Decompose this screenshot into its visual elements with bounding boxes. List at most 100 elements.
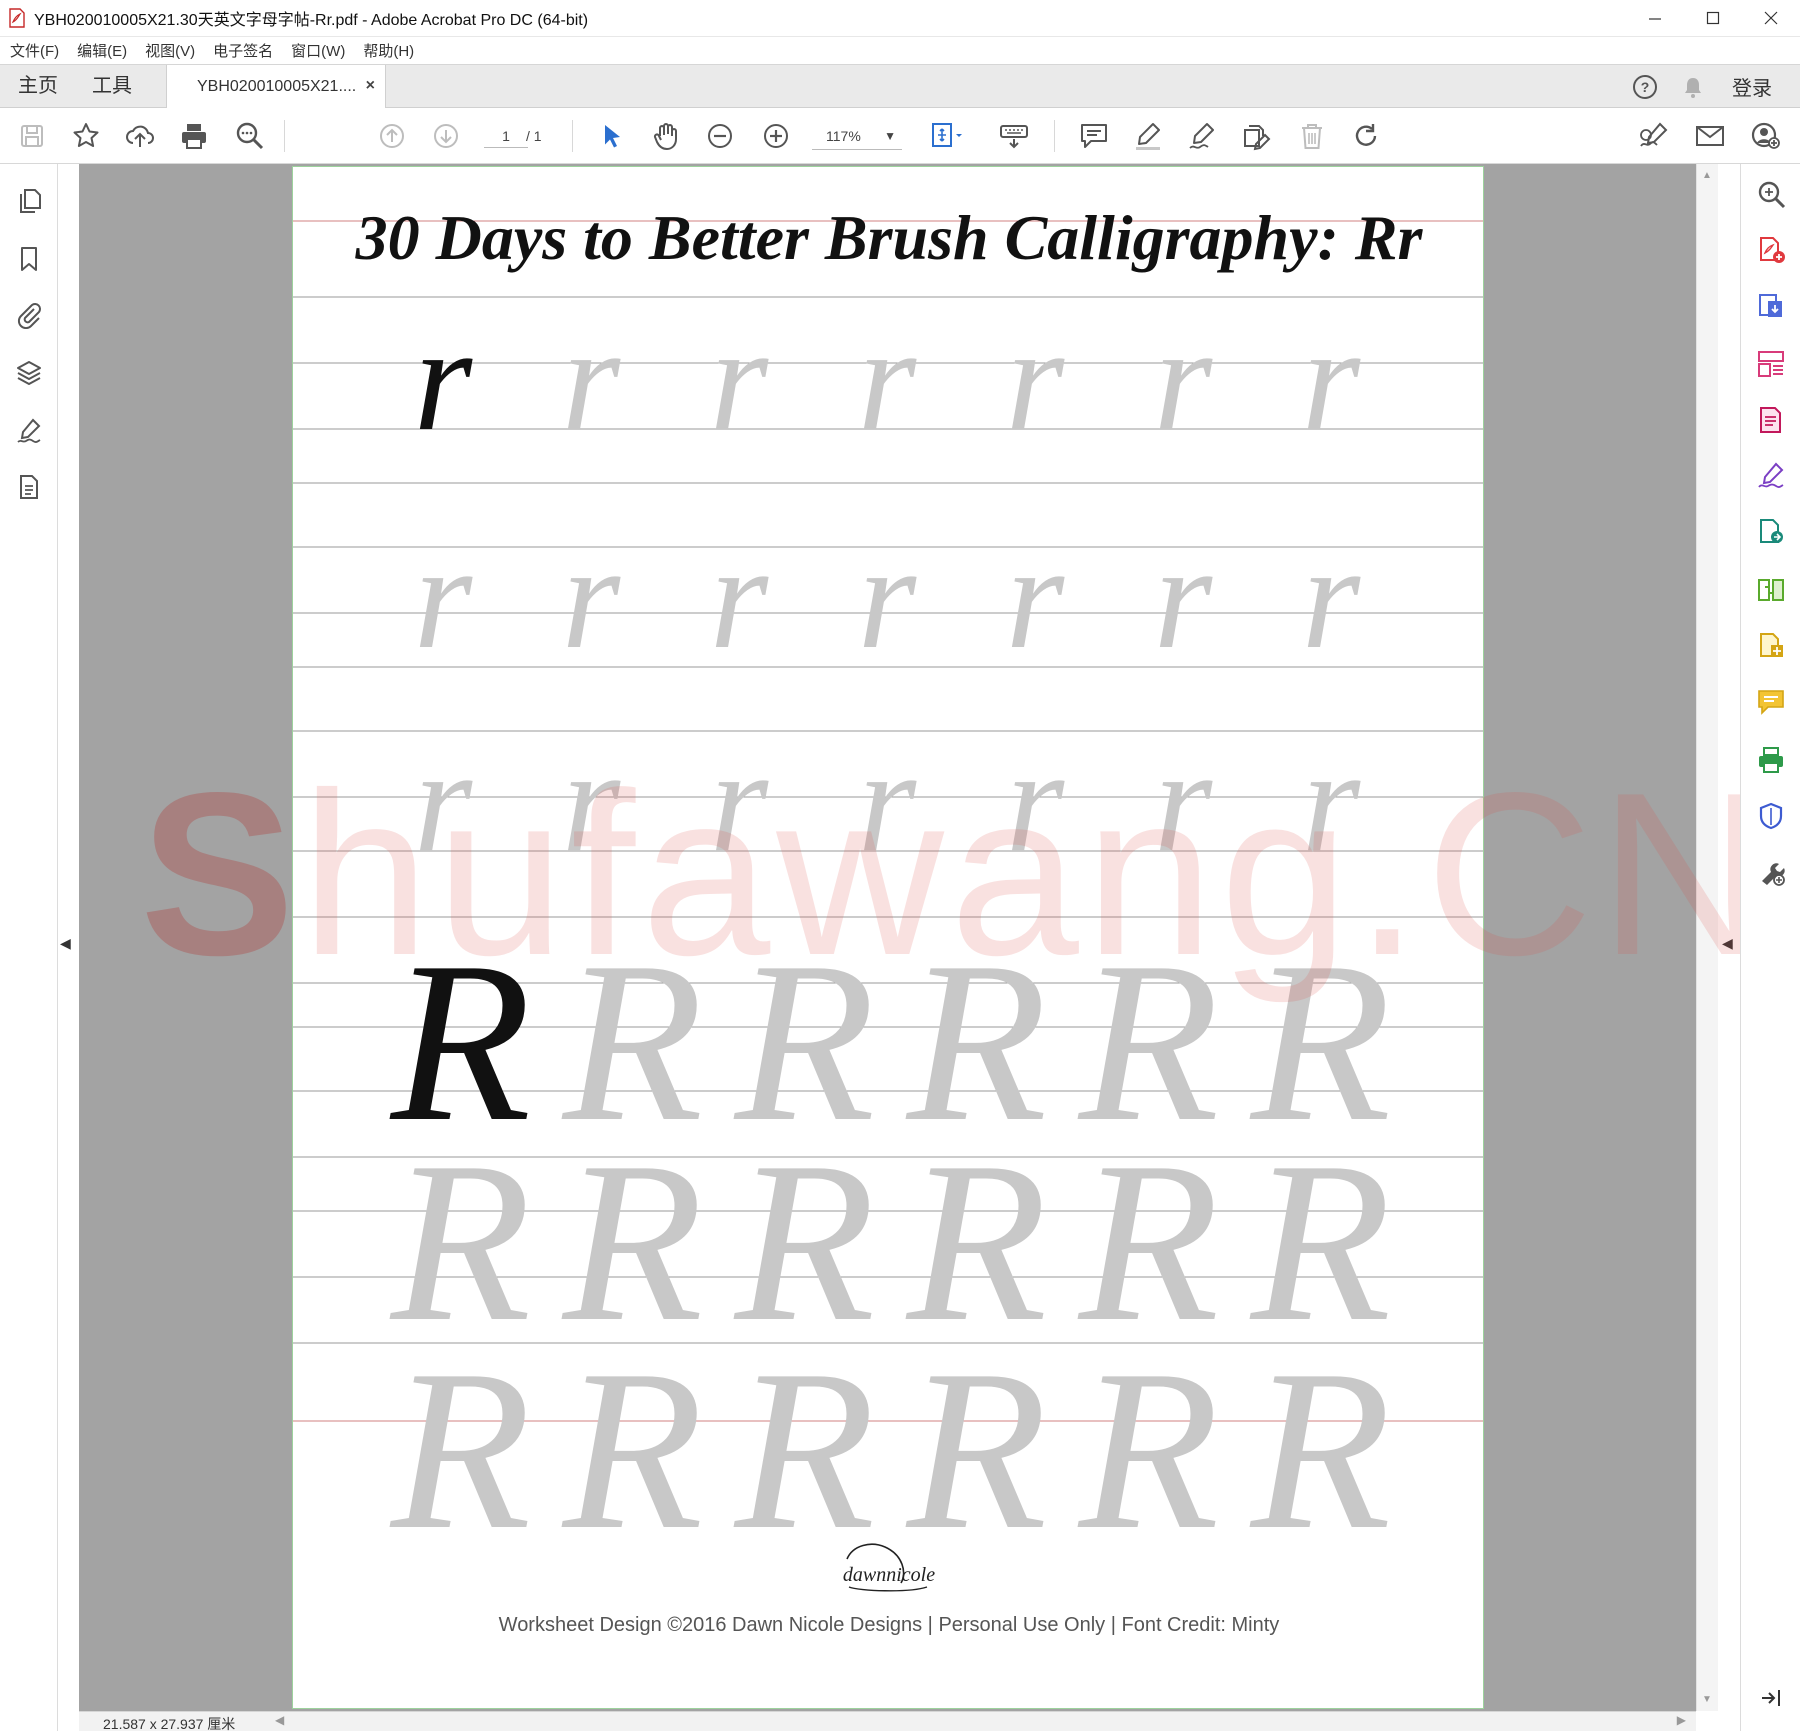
- scroll-right-arrow-icon[interactable]: ▶: [1677, 1713, 1686, 1727]
- bookmarks-button[interactable]: [14, 244, 44, 274]
- compare-files-button[interactable]: [1755, 574, 1787, 606]
- collapse-right-panel-button[interactable]: ◀: [1722, 935, 1733, 952]
- trace-letter-lowercase: r: [1006, 296, 1065, 462]
- trace-letter-uppercase: R: [1077, 1322, 1220, 1577]
- edit-pdf-icon: [1760, 407, 1781, 433]
- upload-cloud-button[interactable]: [124, 120, 156, 152]
- toolbar-divider: [1054, 120, 1055, 152]
- trace-letter-lowercase: r: [710, 296, 769, 462]
- acrobat-pdf-icon: [8, 8, 26, 28]
- fill-sign-button[interactable]: [1638, 120, 1670, 152]
- scroll-up-arrow-icon[interactable]: ▲: [1702, 170, 1712, 181]
- close-tab-button[interactable]: ×: [366, 77, 375, 95]
- protect-button[interactable]: [1755, 800, 1787, 832]
- zoom-out-button[interactable]: [704, 120, 736, 152]
- search-icon: [236, 122, 264, 150]
- trace-letter-lowercase: r: [1154, 514, 1213, 680]
- save-button[interactable]: [16, 120, 48, 152]
- minimize-button[interactable]: [1626, 0, 1684, 37]
- trace-letter-lowercase: r: [858, 514, 917, 680]
- menu-esign[interactable]: 电子签名: [213, 40, 273, 61]
- menu-help[interactable]: 帮助(H): [363, 40, 414, 61]
- select-tool-button[interactable]: [596, 120, 628, 152]
- zoom-level-select[interactable]: 117% ▼: [812, 122, 902, 150]
- comment-button[interactable]: [1078, 120, 1110, 152]
- zoom-in-button[interactable]: [760, 120, 792, 152]
- delete-button[interactable]: [1296, 120, 1328, 152]
- print-production-button[interactable]: [1755, 744, 1787, 776]
- signatures-button[interactable]: [14, 416, 44, 446]
- trace-letter-lowercase: r: [1154, 296, 1213, 462]
- scroll-left-arrow-icon[interactable]: ◀: [275, 1713, 284, 1727]
- export-pdf-button[interactable]: [1755, 290, 1787, 322]
- minus-circle-icon: [708, 124, 732, 148]
- combine-files-button[interactable]: [1755, 630, 1787, 662]
- send-for-signature-button[interactable]: [1755, 516, 1787, 548]
- trace-letter-lowercase: r: [1006, 718, 1065, 884]
- find-button[interactable]: [234, 120, 266, 152]
- close-icon: [1764, 11, 1778, 25]
- previous-page-button[interactable]: [376, 120, 408, 152]
- tab-document[interactable]: YBH020010005X21.... ×: [166, 65, 386, 109]
- layers-button[interactable]: [14, 358, 44, 388]
- print-production-icon: [1759, 747, 1783, 773]
- enhance-scans-button[interactable]: [1755, 178, 1787, 210]
- more-tools-button[interactable]: [1755, 856, 1787, 888]
- pdf-page[interactable]: 30 Days to Better Brush Calligraphy: Rr …: [292, 166, 1484, 1709]
- tab-home[interactable]: 主页: [18, 65, 58, 108]
- trace-letter-uppercase: R: [905, 1322, 1048, 1577]
- menu-edit[interactable]: 编辑(E): [77, 40, 127, 61]
- close-window-button[interactable]: [1742, 0, 1800, 37]
- fit-page-button[interactable]: [930, 120, 962, 152]
- highlight-button[interactable]: [1132, 120, 1164, 152]
- bookmark-star-button[interactable]: [70, 120, 102, 152]
- page-thumbnails-button[interactable]: [14, 186, 44, 216]
- menu-view[interactable]: 视图(V): [145, 40, 195, 61]
- print-button[interactable]: [178, 120, 210, 152]
- share-user-button[interactable]: [1750, 120, 1782, 152]
- comment-panel-button[interactable]: [1755, 686, 1787, 718]
- trace-letter-lowercase: r: [710, 718, 769, 884]
- help-icon: ?: [1633, 74, 1657, 99]
- rotate-button[interactable]: [1350, 120, 1382, 152]
- email-button[interactable]: [1694, 120, 1726, 152]
- send-document-icon: [1760, 519, 1783, 543]
- worksheet-footer: Worksheet Design ©2016 Dawn Nicole Desig…: [499, 1614, 1280, 1636]
- combine-files-icon: [1760, 633, 1783, 657]
- collapse-left-panel-button[interactable]: ◀: [60, 935, 71, 952]
- next-page-button[interactable]: [430, 120, 462, 152]
- trace-letter-lowercase: r: [1302, 296, 1361, 462]
- vertical-scrollbar[interactable]: ▲ ▼: [1696, 164, 1718, 1711]
- tab-tools[interactable]: 工具: [92, 65, 132, 108]
- print-icon: [182, 124, 206, 149]
- attachments-button[interactable]: [14, 300, 44, 330]
- edit-stamp-button[interactable]: [1240, 120, 1272, 152]
- fill-and-sign-button[interactable]: [1755, 460, 1787, 492]
- notifications-button[interactable]: [1682, 75, 1704, 99]
- trace-letter-uppercase: R: [733, 1322, 876, 1577]
- organize-pages-button[interactable]: [1755, 348, 1787, 380]
- page-number-input[interactable]: 1: [484, 124, 528, 148]
- content-button[interactable]: [14, 472, 44, 502]
- help-button[interactable]: ?: [1632, 74, 1658, 100]
- export-pdf-icon: [1759, 294, 1782, 317]
- menu-file[interactable]: 文件(F): [10, 40, 59, 61]
- right-tools-panel: [1740, 164, 1800, 1731]
- trace-letter-lowercase: r: [562, 296, 621, 462]
- pen-sign-icon: [1189, 123, 1214, 149]
- sign-button[interactable]: [1186, 120, 1218, 152]
- scroll-down-arrow-icon[interactable]: ▼: [1702, 1694, 1712, 1705]
- trace-letter-lowercase: r: [1006, 514, 1065, 680]
- create-pdf-button[interactable]: [1755, 234, 1787, 266]
- shield-icon: [1759, 802, 1783, 830]
- login-button[interactable]: 登录: [1732, 72, 1772, 101]
- edit-pdf-button[interactable]: [1755, 404, 1787, 436]
- star-icon: [73, 123, 99, 147]
- logo-text: dawnnicole: [843, 1564, 935, 1586]
- menu-window[interactable]: 窗口(W): [291, 40, 345, 61]
- keyboard-tool-button[interactable]: [998, 120, 1030, 152]
- compare-icon: [1758, 579, 1784, 601]
- hand-tool-button[interactable]: [650, 120, 682, 152]
- maximize-button[interactable]: [1684, 0, 1742, 37]
- collapse-tools-button[interactable]: [1755, 1682, 1787, 1714]
